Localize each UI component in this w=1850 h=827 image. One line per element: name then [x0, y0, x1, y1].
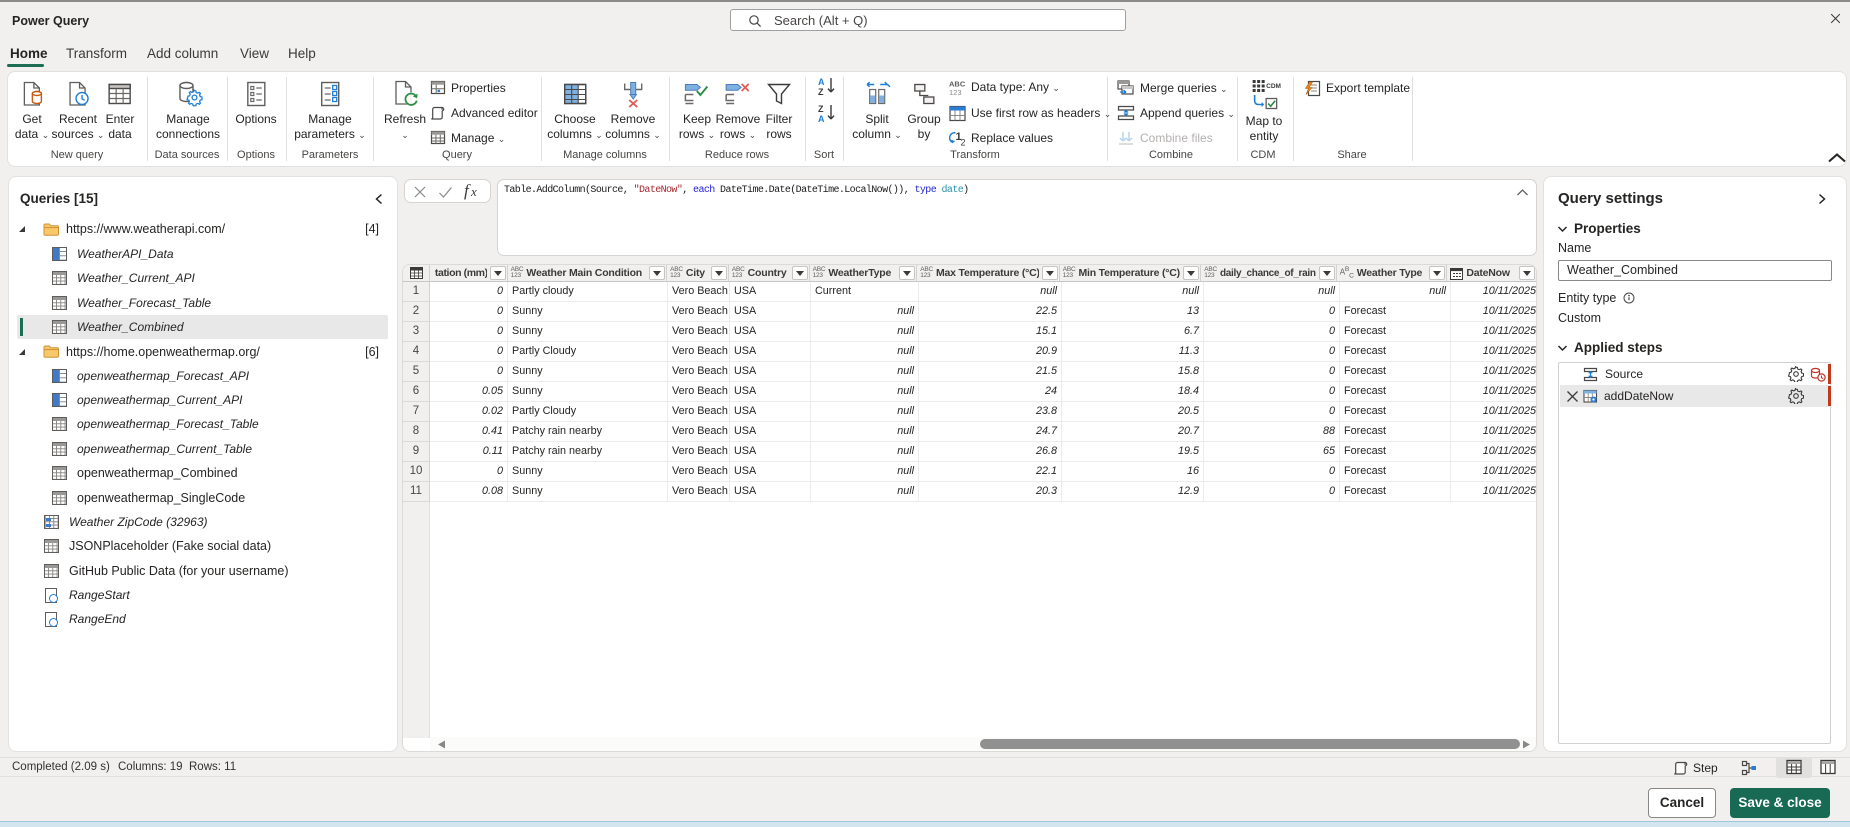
svg-text:CDM: CDM — [1267, 83, 1282, 90]
svg-text:2: 2 — [961, 137, 966, 147]
svg-text:A: A — [818, 114, 825, 123]
svg-text:A: A — [818, 77, 825, 87]
svg-text:Z: Z — [818, 87, 824, 96]
svg-text:Z: Z — [818, 104, 824, 114]
svg-text:123: 123 — [949, 88, 962, 96]
